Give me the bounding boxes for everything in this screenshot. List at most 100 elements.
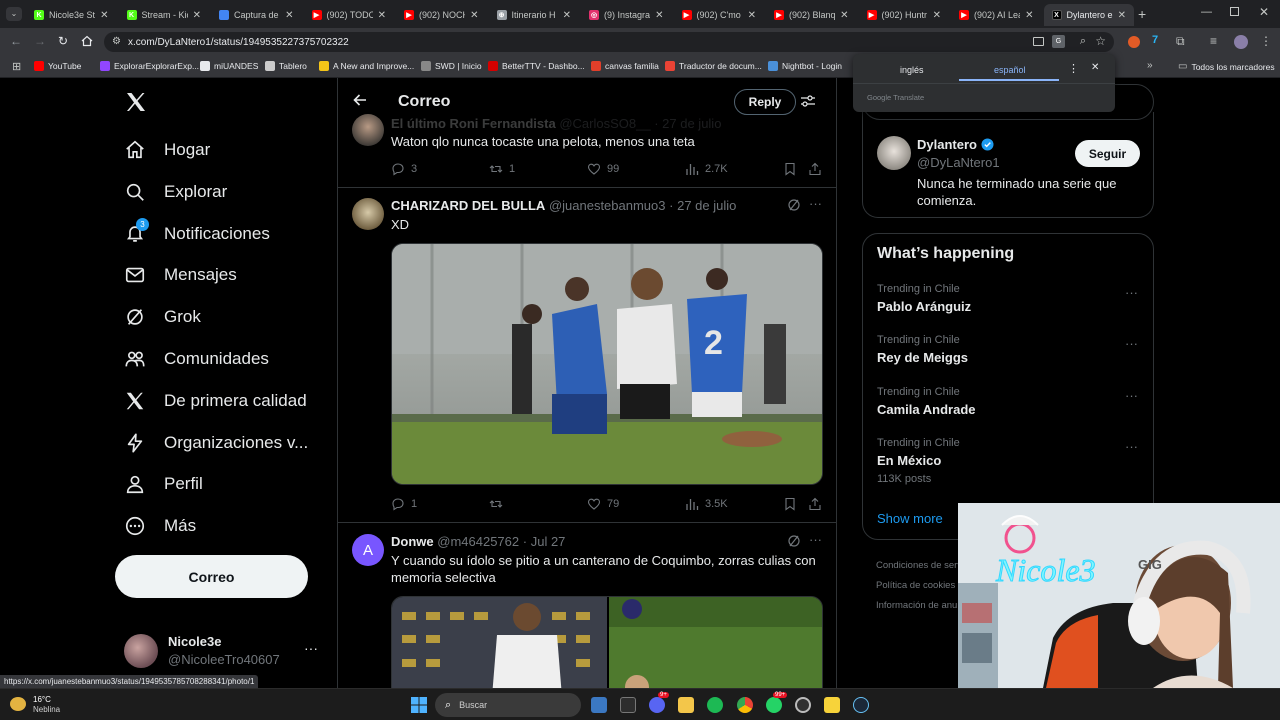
discord-icon[interactable]: 9+ <box>649 692 669 713</box>
like-action[interactable]: 79 <box>587 497 619 511</box>
tab-close-icon[interactable]: ✕ <box>1118 10 1126 21</box>
translate-close-icon[interactable]: ✕ <box>1091 62 1099 73</box>
trend-more-icon[interactable]: ··· <box>1125 285 1138 300</box>
post-button[interactable]: Correo <box>115 555 308 598</box>
sidebar-item-people[interactable]: Comunidades <box>124 342 269 376</box>
profile-avatar-icon[interactable] <box>1234 35 1248 49</box>
footer-link-cookies[interactable]: Política de cookies <box>876 576 958 596</box>
tab-close-icon[interactable]: ✕ <box>285 10 293 21</box>
notepad-icon[interactable] <box>591 697 607 713</box>
browser-tab[interactable]: ▶ (902) Blanq ✕ <box>766 4 857 26</box>
new-tab-button[interactable]: + <box>1138 6 1146 22</box>
browser-tab[interactable]: ▶ (902) C'mo ✕ <box>674 4 765 26</box>
tweet-more-icon[interactable]: ··· <box>809 532 822 547</box>
tab-close-icon[interactable]: ✕ <box>840 10 848 21</box>
taskbar-search[interactable]: ⌕ Buscar <box>435 693 581 717</box>
tweet-2[interactable]: CHARIZARD DEL BULLA @juanestebanmuo3 · 2… <box>338 188 836 522</box>
address-bar[interactable]: ⚙ x.com/DyLaNtero1/status/19495352273757… <box>104 32 1114 52</box>
file-explorer-icon[interactable] <box>678 697 694 713</box>
repost-action[interactable]: 1 <box>489 162 515 176</box>
bookmark-item[interactable]: Traductor de docum... <box>665 61 762 71</box>
account-more-icon[interactable]: ··· <box>304 640 318 656</box>
bookmark-item[interactable]: A New and Improve... <box>319 61 414 71</box>
home-browser-icon[interactable] <box>81 35 93 47</box>
browser-tab[interactable]: ⊕ Itinerario H ✕ <box>489 4 580 26</box>
browser-tab[interactable]: ▶ (902) Huntr ✕ <box>859 4 950 26</box>
site-info-icon[interactable]: ⚙ <box>112 36 121 47</box>
back-icon[interactable]: ← <box>10 34 22 48</box>
translate-tab-english[interactable]: inglés <box>900 65 924 75</box>
browser-tab[interactable]: K Stream - Kic ✕ <box>119 4 210 26</box>
show-more-link[interactable]: Show more <box>877 511 943 526</box>
sidebar-item-bolt[interactable]: Organizaciones v... <box>124 426 308 460</box>
translate-icon[interactable]: G <box>1052 35 1065 48</box>
tab-close-icon[interactable]: ✕ <box>933 10 941 21</box>
spotify-icon[interactable] <box>707 697 723 713</box>
tab-close-icon[interactable]: ✕ <box>655 10 663 21</box>
trend-more-icon[interactable]: ··· <box>1125 439 1138 454</box>
minimize-button[interactable]: — <box>1201 6 1212 18</box>
tab-close-icon[interactable]: ✕ <box>1025 10 1033 21</box>
like-action[interactable]: 99 <box>587 162 619 176</box>
bookmark-item[interactable]: miUANDES <box>200 61 258 71</box>
browser-tab[interactable]: K Nicole3e Str ✕ <box>26 4 117 26</box>
apps-grid-icon[interactable]: ⊞ <box>12 60 21 73</box>
browser-tab[interactable]: Captura de p ✕ <box>211 4 302 26</box>
profile-name-row[interactable]: Dylantero <box>917 137 994 152</box>
bookmark-item[interactable]: ExplorarExplorarExp... <box>100 61 199 71</box>
tweet-3[interactable]: A Donwe @m46425762 · Jul 27 ··· Y cuando… <box>338 523 836 688</box>
grok-icon[interactable] <box>787 198 801 212</box>
sidebar-item-grok[interactable]: Grok <box>124 300 201 334</box>
bookmark-item[interactable]: SWD | Inicio <box>421 61 482 71</box>
settings-sliders-icon[interactable] <box>801 95 815 107</box>
reload-icon[interactable]: ↻ <box>58 34 68 48</box>
tweet-media-photo[interactable] <box>391 596 823 688</box>
translate-tab-spanish[interactable]: español <box>994 65 1026 75</box>
tweet-media-photo[interactable]: 2 <box>391 243 823 485</box>
browser-menu-icon[interactable]: ⋮ <box>1260 34 1272 48</box>
bookmark-star-icon[interactable]: ☆ <box>1095 34 1106 48</box>
terminal-icon[interactable] <box>620 697 636 713</box>
follow-button[interactable]: Seguir <box>1075 140 1140 167</box>
tab-close-icon[interactable]: ✕ <box>563 10 571 21</box>
reply-action[interactable]: 3 <box>391 162 417 176</box>
start-windows-icon[interactable] <box>411 697 427 713</box>
tab-close-icon[interactable]: ✕ <box>748 10 756 21</box>
sidebar-item-more-circle[interactable]: Más <box>124 509 196 543</box>
avatar[interactable] <box>877 136 911 170</box>
bookmark-item[interactable]: YouTube <box>34 61 81 71</box>
repost-action[interactable] <box>489 497 509 511</box>
reading-list-icon[interactable]: ≡ <box>1210 34 1217 48</box>
x-logo-icon[interactable] <box>124 90 148 114</box>
browser-tab[interactable]: X Dylantero en ✕ <box>1043 4 1134 26</box>
reply-action[interactable]: 1 <box>391 497 417 511</box>
trend-more-icon[interactable]: ··· <box>1125 336 1138 351</box>
sidebar-item-mail[interactable]: Mensajes <box>124 258 237 292</box>
chrome-icon[interactable] <box>737 697 753 713</box>
footer-link-terms[interactable]: Condiciones de serv <box>876 556 958 576</box>
tab-search-button[interactable]: ⌄ <box>6 7 22 21</box>
browser-tab[interactable]: ▶ (902) NOCH ✕ <box>396 4 487 26</box>
bookmark-item[interactable]: Nightbot - Login <box>768 61 842 71</box>
weather-widget[interactable]: 16°C Neblina <box>10 693 90 717</box>
trend-item[interactable]: Trending in Chile Camila Andrade ··· <box>863 384 1153 430</box>
tab-close-icon[interactable]: ✕ <box>100 10 108 21</box>
browser-tab[interactable]: ▶ (902) TODO ✕ <box>304 4 395 26</box>
tweet-more-icon[interactable]: ··· <box>809 196 822 211</box>
sidebar-item-home[interactable]: Hogar <box>124 133 210 167</box>
trend-item[interactable]: Trending in Chile En México ··· 113K posts <box>863 435 1153 493</box>
extension-fox-icon[interactable] <box>1128 36 1140 48</box>
sidebar-item-person[interactable]: Perfil <box>124 467 203 501</box>
extensions-puzzle-icon[interactable]: ⧉ <box>1176 34 1185 49</box>
trend-item[interactable]: Trending in Chile Rey de Meiggs ··· <box>863 332 1153 378</box>
share-action[interactable] <box>808 162 822 176</box>
trend-more-icon[interactable]: ··· <box>1125 388 1138 403</box>
back-arrow-icon[interactable] <box>352 92 368 108</box>
all-bookmarks-folder[interactable]: ▭ Todos los marcadores <box>1178 61 1275 72</box>
sidebar-item-bell[interactable]: 3 Notificaciones <box>124 217 270 251</box>
forward-icon[interactable]: → <box>34 34 46 48</box>
reply-button[interactable]: Reply <box>734 89 796 115</box>
trend-item[interactable]: Trending in Chile Pablo Aránguiz ··· <box>863 281 1153 327</box>
bookmark-action[interactable] <box>783 162 797 176</box>
bookmark-item[interactable]: Tablero <box>265 61 307 71</box>
